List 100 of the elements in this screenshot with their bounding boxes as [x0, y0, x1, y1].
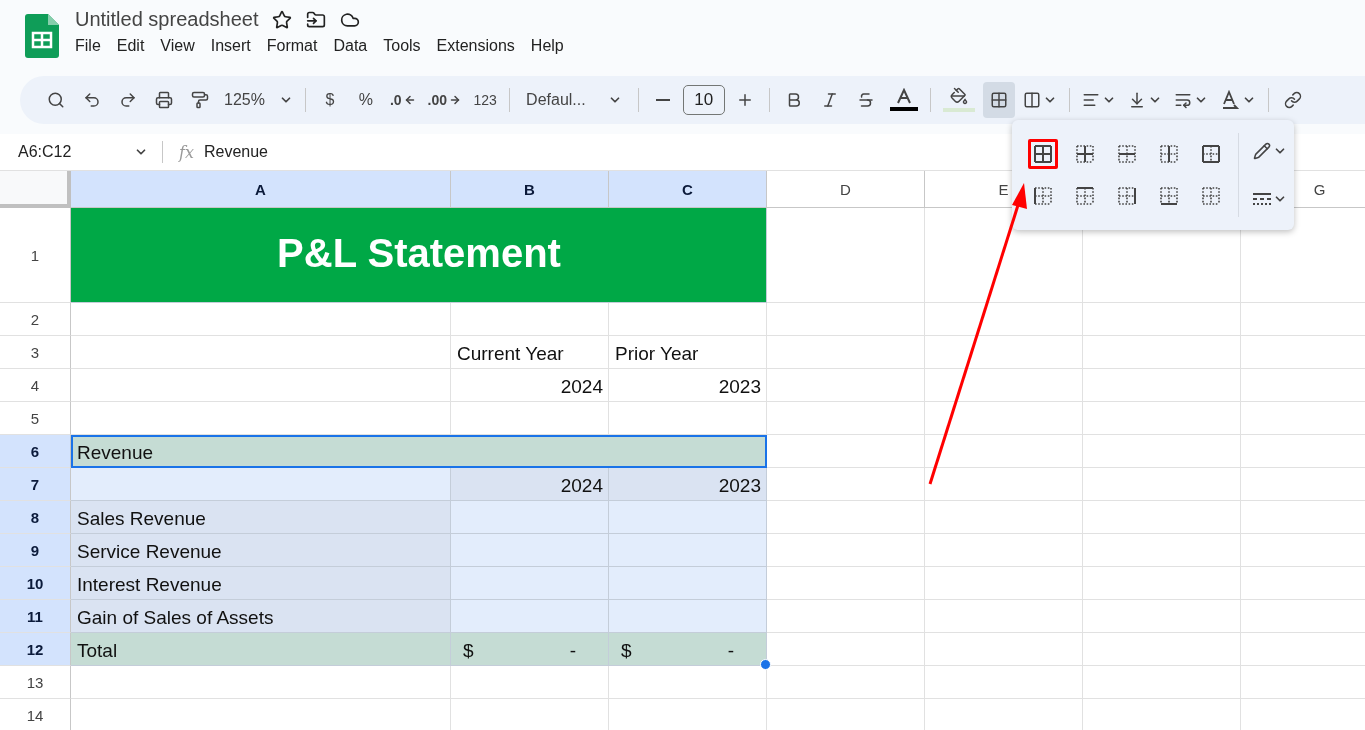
table-cell[interactable] [451, 567, 609, 600]
table-cell[interactable] [609, 402, 767, 435]
table-cell[interactable]: $ - [451, 633, 609, 666]
table-cell[interactable] [451, 402, 609, 435]
font-size-field[interactable]: 10 [682, 85, 725, 115]
table-cell[interactable] [71, 666, 451, 699]
table-cell[interactable] [767, 435, 925, 468]
table-cell[interactable]: Prior Year [609, 336, 767, 369]
table-cell[interactable] [1083, 303, 1241, 336]
table-cell[interactable] [1083, 501, 1241, 534]
table-cell[interactable] [925, 600, 1083, 633]
table-cell[interactable]: Revenue [71, 435, 767, 468]
table-cell[interactable]: Current Year [451, 336, 609, 369]
menu-item[interactable]: Format [259, 35, 325, 57]
table-cell[interactable] [451, 600, 609, 633]
table-cell[interactable]: Interest Revenue [71, 567, 451, 600]
table-cell[interactable] [451, 303, 609, 336]
decrease-decimals-button[interactable]: .0 [385, 82, 420, 118]
table-cell[interactable] [767, 633, 925, 666]
row-header[interactable]: 6 [0, 435, 71, 468]
table-cell[interactable] [767, 600, 925, 633]
table-cell[interactable] [71, 468, 451, 501]
menu-item[interactable]: Insert [203, 35, 258, 57]
table-cell[interactable] [1083, 435, 1241, 468]
table-cell[interactable] [1083, 666, 1241, 699]
table-cell[interactable]: 2024 [451, 369, 609, 402]
table-cell[interactable] [925, 567, 1083, 600]
menu-item[interactable]: Help [523, 35, 571, 57]
table-cell[interactable] [925, 402, 1083, 435]
document-title[interactable]: Untitled spreadsheet [75, 8, 259, 31]
column-header[interactable]: D [767, 171, 925, 208]
table-cell[interactable] [609, 666, 767, 699]
row-header[interactable]: 5 [0, 402, 71, 435]
table-cell[interactable] [767, 468, 925, 501]
table-cell[interactable] [925, 435, 1083, 468]
table-cell[interactable] [925, 534, 1083, 567]
table-cell[interactable] [609, 534, 767, 567]
column-header[interactable]: A [71, 171, 451, 208]
table-cell[interactable]: Service Revenue [71, 534, 451, 567]
move-folder-icon[interactable] [306, 9, 327, 30]
zoom-dropdown[interactable]: 125% [220, 82, 297, 118]
borders-button[interactable] [982, 82, 1015, 118]
table-cell[interactable] [767, 369, 925, 402]
table-cell[interactable] [767, 208, 925, 303]
table-cell[interactable]: 2024 [451, 468, 609, 501]
table-cell[interactable] [71, 336, 451, 369]
table-cell[interactable] [925, 369, 1083, 402]
table-cell[interactable]: Gain of Sales of Assets [71, 600, 451, 633]
table-cell[interactable] [925, 501, 1083, 534]
percent-button[interactable]: % [349, 82, 382, 118]
table-cell[interactable] [451, 666, 609, 699]
table-cell[interactable] [925, 468, 1083, 501]
menu-item[interactable]: Extensions [429, 35, 522, 57]
table-cell[interactable] [71, 402, 451, 435]
table-cell[interactable]: 2023 [609, 369, 767, 402]
column-header[interactable]: C [609, 171, 767, 208]
menu-item[interactable]: Data [326, 35, 375, 57]
table-cell[interactable] [1083, 402, 1241, 435]
table-cell[interactable] [71, 303, 451, 336]
row-header[interactable]: 9 [0, 534, 71, 567]
row-header[interactable]: 13 [0, 666, 71, 699]
table-cell[interactable] [451, 534, 609, 567]
row-header[interactable]: 10 [0, 567, 71, 600]
column-header[interactable]: B [451, 171, 609, 208]
spreadsheet-logo[interactable] [25, 14, 59, 58]
table-cell[interactable] [925, 336, 1083, 369]
table-cell[interactable] [1083, 369, 1241, 402]
table-cell[interactable] [451, 501, 609, 534]
table-cell[interactable] [767, 303, 925, 336]
row-header[interactable]: 1 [0, 208, 71, 303]
table-cell[interactable] [925, 666, 1083, 699]
table-cell[interactable] [925, 303, 1083, 336]
table-cell[interactable] [767, 534, 925, 567]
table-cell[interactable] [767, 336, 925, 369]
table-cell[interactable] [767, 402, 925, 435]
select-all-corner[interactable] [0, 171, 71, 208]
font-dropdown[interactable]: Defaul... [518, 82, 630, 118]
star-icon[interactable] [272, 9, 293, 30]
table-cell[interactable]: Total [71, 633, 451, 666]
table-cell[interactable] [1083, 567, 1241, 600]
table-cell[interactable] [609, 600, 767, 633]
table-cell[interactable] [609, 303, 767, 336]
table-cell[interactable] [1083, 633, 1241, 666]
name-box[interactable]: A6:C12 [0, 141, 163, 163]
table-cell[interactable] [767, 501, 925, 534]
row-header[interactable]: 2 [0, 303, 71, 336]
table-cell[interactable] [1083, 600, 1241, 633]
table-cell[interactable] [71, 369, 451, 402]
table-cell[interactable] [767, 567, 925, 600]
row-header[interactable]: 7 [0, 468, 71, 501]
formula-input[interactable]: Revenue [203, 143, 268, 161]
table-cell[interactable] [609, 567, 767, 600]
menu-item[interactable]: View [153, 35, 202, 57]
menu-item[interactable]: Edit [109, 35, 152, 57]
number-format-button[interactable]: 123 [469, 82, 502, 118]
row-header[interactable]: 3 [0, 336, 71, 369]
table-cell[interactable] [925, 633, 1083, 666]
table-cell[interactable] [1083, 468, 1241, 501]
table-cell[interactable] [1083, 336, 1241, 369]
row-header[interactable]: 4 [0, 369, 71, 402]
